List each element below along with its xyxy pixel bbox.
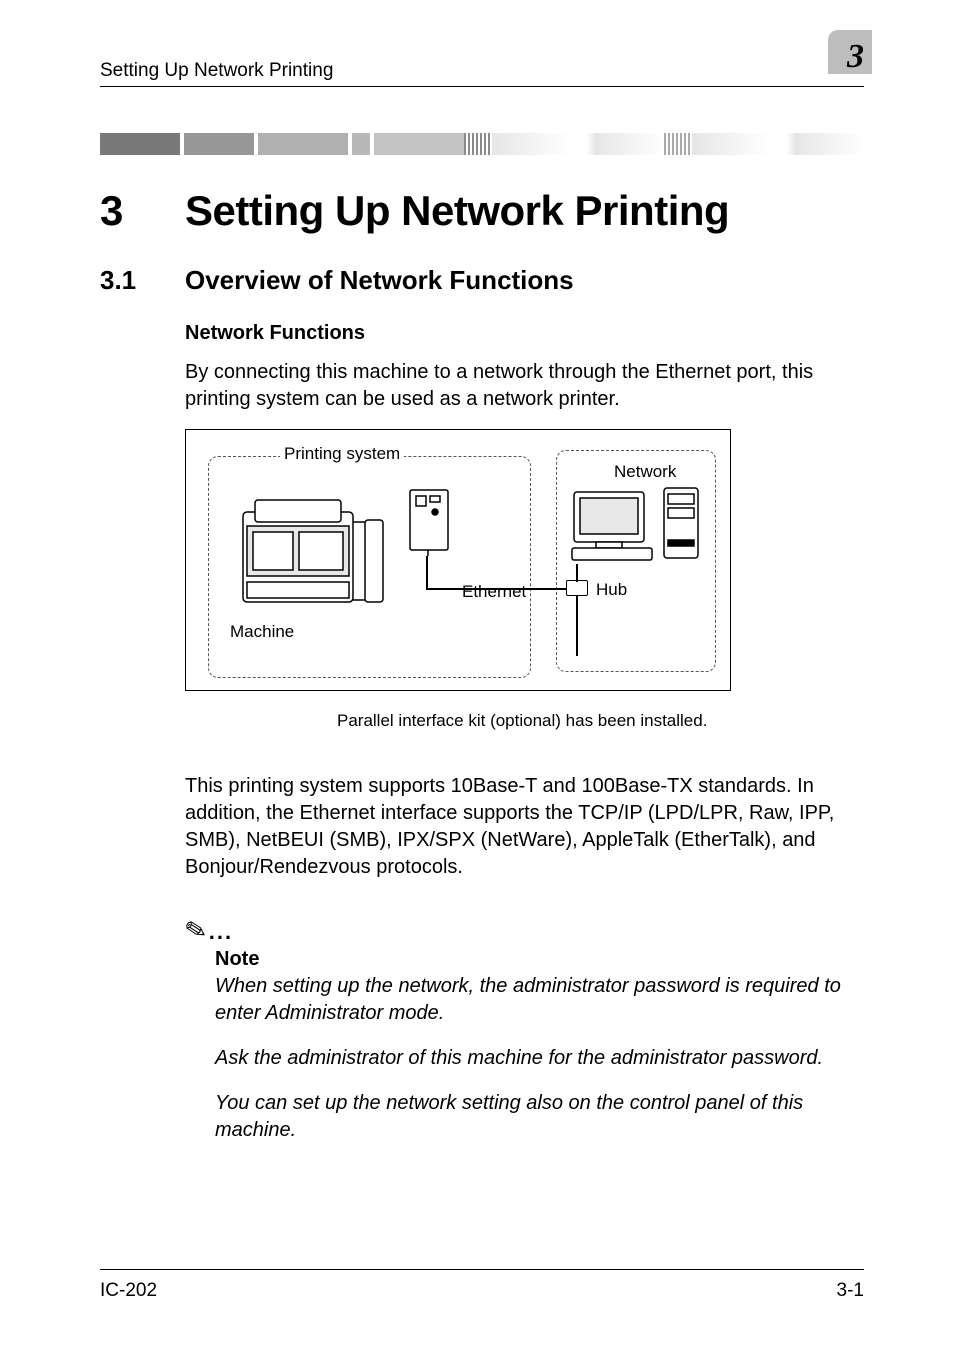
page: Setting Up Network Printing 3 3 Setting …	[0, 0, 954, 1352]
page-footer: IC-202 3-1	[100, 1269, 864, 1302]
note-dots: ...	[209, 919, 233, 944]
footer-page-number: 3-1	[837, 1280, 864, 1302]
diagram-label-printing-system: Printing system	[280, 444, 404, 464]
subsection-heading: Network Functions	[185, 322, 864, 345]
intro-paragraph: By connecting this machine to a network …	[185, 359, 864, 413]
chapter-number: 3	[100, 187, 185, 235]
protocols-paragraph: This printing system supports 10Base-T a…	[185, 773, 864, 881]
chapter-heading: 3 Setting Up Network Printing	[100, 187, 864, 235]
note-line-3: You can set up the network setting also …	[215, 1090, 864, 1144]
chapter-title: Setting Up Network Printing	[185, 187, 729, 235]
body-column: Network Functions By connecting this mac…	[185, 322, 864, 1144]
computer-icon	[568, 486, 704, 564]
footer-model: IC-202	[100, 1280, 157, 1302]
diagram-caption: Parallel interface kit (optional) has be…	[337, 711, 864, 731]
decorative-bar	[100, 133, 864, 155]
wire-segment	[576, 564, 578, 582]
running-header: Setting Up Network Printing 3	[100, 38, 864, 87]
running-header-title: Setting Up Network Printing	[100, 60, 333, 82]
note-block: ✎... Note When setting up the network, t…	[185, 915, 864, 1144]
diagram-label-ethernet: Ethernet	[458, 582, 530, 602]
network-diagram: Printing system Network Ethernet Hub Mac…	[185, 429, 731, 691]
diagram-label-hub: Hub	[592, 580, 631, 600]
wire-segment	[426, 588, 566, 590]
note-heading: Note	[215, 948, 864, 971]
wire-segment	[576, 596, 578, 656]
note-line-1: When setting up the network, the adminis…	[215, 973, 864, 1027]
printer-icon	[232, 482, 394, 622]
diagram-label-network: Network	[610, 462, 680, 482]
hub-icon	[566, 580, 588, 596]
controller-icon	[406, 486, 452, 556]
section-number: 3.1	[100, 265, 185, 296]
chapter-corner-badge: 3	[820, 38, 864, 82]
section-heading: 3.1 Overview of Network Functions	[100, 265, 864, 296]
note-line-2: Ask the administrator of this machine fo…	[215, 1045, 864, 1072]
wire-segment	[426, 556, 428, 588]
diagram-label-machine: Machine	[226, 622, 298, 642]
chapter-corner-number: 3	[828, 38, 864, 76]
pencil-icon: ✎	[182, 913, 210, 948]
section-title: Overview of Network Functions	[185, 265, 574, 296]
